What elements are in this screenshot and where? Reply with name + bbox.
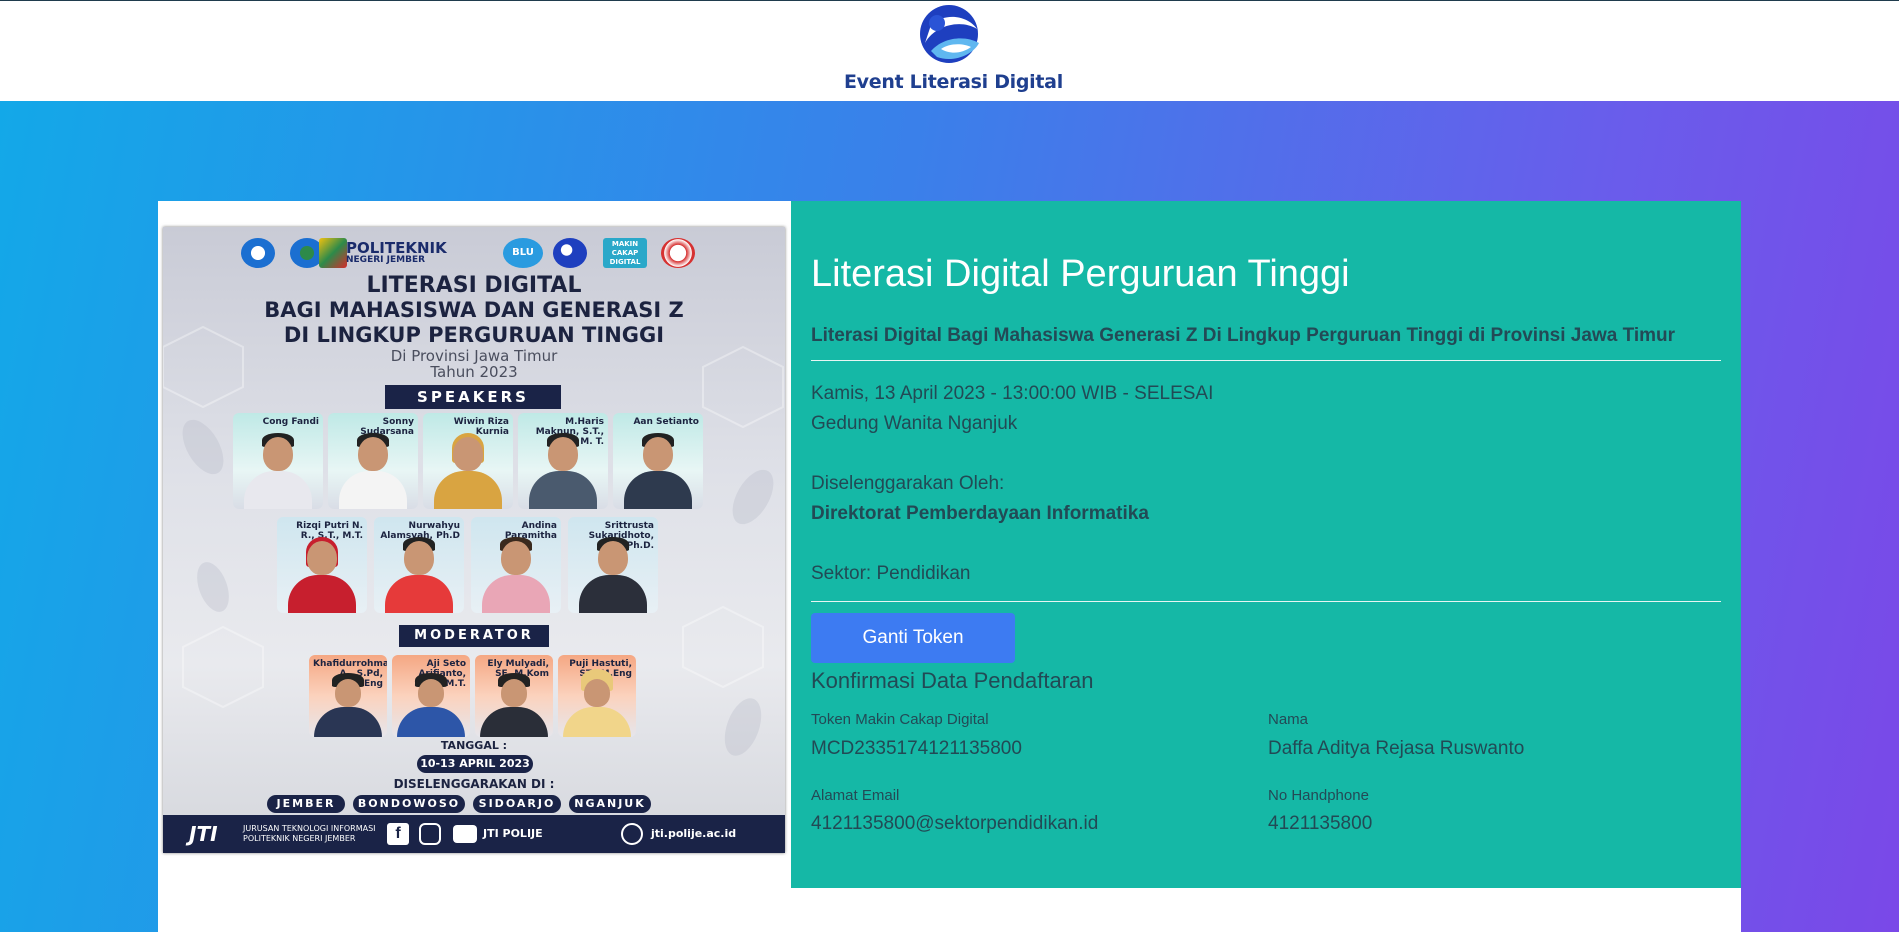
- poster-title-line2: BAGI MAHASISWA DAN GENERASI Z: [264, 298, 684, 322]
- polije-flag-icon: [319, 238, 347, 268]
- jti-sub2: POLITEKNIK NEGERI JEMBER: [243, 834, 356, 843]
- organizer-label: Diselenggarakan Oleh:: [811, 473, 1005, 494]
- venue-pill: BONDOWOSO: [353, 795, 465, 813]
- speaker-card: Wiwin Riza Kurnia: [423, 413, 513, 509]
- speaker-card: Nurwahyu Alamsyah, Ph.D: [374, 517, 464, 613]
- jti-sub1: JURUSAN TEKNOLOGI INFORMASI: [243, 824, 376, 833]
- event-location: Gedung Wanita Nganjuk: [811, 413, 1018, 434]
- email-value: 4121135800@sektorpendidikan.id: [811, 813, 1099, 834]
- event-poster: POLITEKNIK NEGERI JEMBER BLU MAKIN CAKAP …: [163, 227, 785, 853]
- confirmation-title: Konfirmasi Data Pendaftaran: [811, 668, 1094, 693]
- name-value: Daffa Aditya Rejasa Ruswanto: [1268, 738, 1525, 759]
- tut-wuri-logo-icon: [241, 238, 275, 268]
- poster-title-line1: LITERASI DIGITAL: [366, 273, 582, 298]
- top-header: Event Literasi Digital: [0, 0, 1899, 101]
- partner-logos-row: POLITEKNIK NEGERI JEMBER BLU MAKIN CAKAP …: [163, 235, 785, 269]
- event-sector: Sektor: Pendidikan: [811, 563, 971, 584]
- partner-seal-icon: [661, 238, 695, 268]
- date-pill: 10-13 APRIL 2023: [417, 755, 533, 773]
- event-details-panel: Literasi Digital Perguruan Tinggi Litera…: [791, 201, 1741, 888]
- organizer-name: Direktorat Pemberdayaan Informatika: [811, 503, 1149, 524]
- phone-label: No Handphone: [1268, 787, 1369, 804]
- phone-value: 4121135800: [1268, 813, 1373, 834]
- speaker-card: Srittrusta Sukaridhoto, ST., Ph.D.: [568, 517, 658, 613]
- jti-logo-text: JTI: [189, 822, 218, 846]
- facebook-icon: f: [387, 823, 409, 845]
- venue-pill: NGANJUK: [569, 795, 651, 813]
- speaker-card: Cong Fandi: [233, 413, 323, 509]
- speaker-card: Rizqi Putri N. R., S.T., M.T.: [277, 517, 367, 613]
- poster-title-line3: DI LINGKUP PERGURUAN TINGGI: [283, 323, 665, 347]
- speaker-card: M.Haris Maknun, S.T., M. T.: [518, 413, 608, 509]
- speakers-banner: SPEAKERS: [385, 385, 561, 409]
- poster-subtitle-line2: Tahun 2023: [430, 363, 518, 381]
- moderator-card: Ely Mulyadi, SE, M.Kom: [475, 655, 553, 737]
- poster-footer: JTI JURUSAN TEKNOLOGI INFORMASI POLITEKN…: [163, 815, 785, 853]
- speaker-card: Sonny Sudarsana: [328, 413, 418, 509]
- token-value: MCD2335174121135800: [811, 738, 1022, 759]
- youtube-icon: [453, 825, 477, 843]
- date-label: TANGGAL :: [440, 739, 508, 752]
- moderator-card: Khafidurrohman A., S.Pd, M.Eng: [309, 655, 387, 737]
- blu-logo-icon: BLU: [503, 238, 543, 268]
- divider: [811, 601, 1721, 602]
- brand-logo[interactable]: Event Literasi Digital: [835, 1, 1065, 101]
- email-label: Alamat Email: [811, 787, 900, 804]
- speaker-card: Aan Setianto: [613, 413, 703, 509]
- kominfo-logo-icon: [553, 238, 587, 268]
- event-card: POLITEKNIK NEGERI JEMBER BLU MAKIN CAKAP …: [158, 201, 1741, 932]
- moderator-card: Aji Seto Arifianto, S.ST., M.T.: [392, 655, 470, 737]
- kominfo-swirl-logo-icon: [920, 5, 979, 63]
- event-title: Literasi Digital Perguruan Tinggi: [811, 253, 1350, 295]
- token-label: Token Makin Cakap Digital: [811, 711, 989, 728]
- venue-label: DISELENGGARAKAN DI :: [393, 777, 555, 791]
- brand-name: Event Literasi Digital: [844, 71, 1063, 93]
- name-label: Nama: [1268, 711, 1309, 728]
- venue-pill: SIDOARJO: [473, 795, 561, 813]
- moderator-card: Puji Hastuti, ST., M.Eng: [558, 655, 636, 737]
- poster-panel: POLITEKNIK NEGERI JEMBER BLU MAKIN CAKAP …: [158, 201, 791, 932]
- footer-social-handle: JTI POLIJE: [483, 827, 543, 840]
- divider: [811, 360, 1721, 361]
- polije-name: POLITEKNIK NEGERI JEMBER: [346, 239, 447, 266]
- footer-website: jti.polije.ac.id: [651, 827, 737, 840]
- moderator-banner: MODERATOR: [399, 625, 549, 647]
- speaker-card: Andina Paramitha: [471, 517, 561, 613]
- instagram-icon: [419, 823, 441, 845]
- change-token-button[interactable]: Ganti Token: [811, 613, 1015, 663]
- venue-pill: JEMBER: [267, 795, 345, 813]
- makin-cakap-digital-logo: MAKIN CAKAP DIGITAL: [603, 238, 647, 268]
- event-subtitle: Literasi Digital Bagi Mahasiswa Generasi…: [811, 325, 1675, 346]
- globe-icon: [621, 823, 643, 845]
- event-datetime: Kamis, 13 April 2023 - 13:00:00 WIB - SE…: [811, 383, 1214, 404]
